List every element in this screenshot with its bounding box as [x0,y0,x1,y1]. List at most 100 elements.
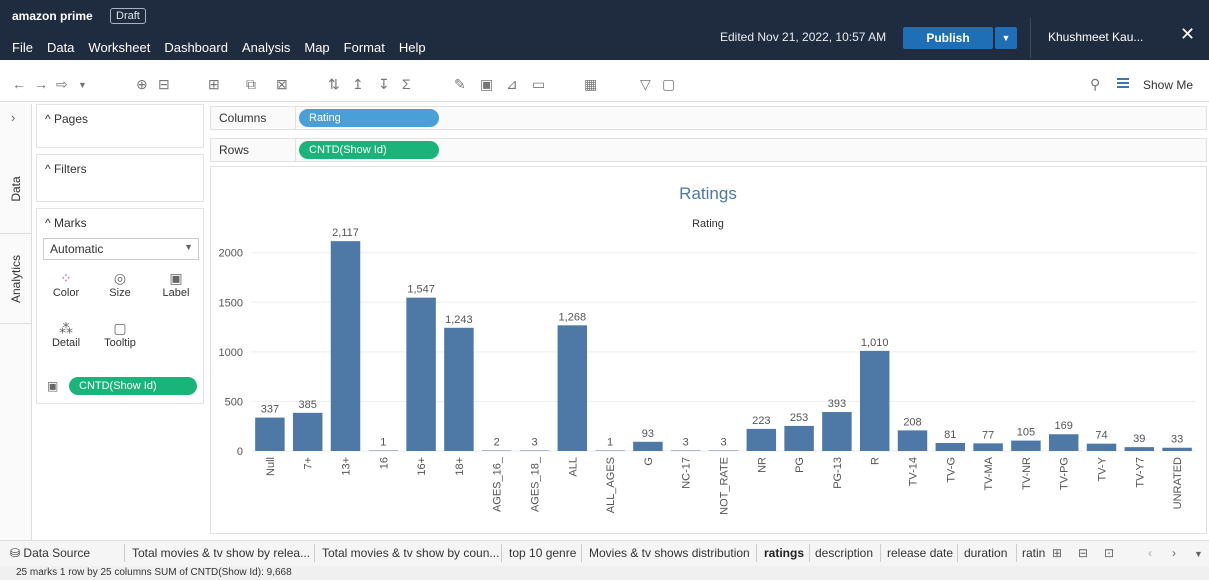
sheet-tab[interactable]: Movies & tv shows distribution [589,546,750,560]
detail-button[interactable]: ⁂ Detail [43,319,89,359]
sheet-tab[interactable]: ratin [1022,546,1045,560]
menu-map[interactable]: Map [304,40,329,55]
bar-tv-y[interactable] [1086,443,1117,451]
menu-data[interactable]: Data [47,40,74,55]
tab-divider [501,544,502,562]
bar-not-rate[interactable] [708,450,739,452]
filters-card-title[interactable]: ^ Filters [45,162,87,176]
scroll-right-icon[interactable]: › [1172,546,1176,560]
new-data-source-icon[interactable]: ⊕ [136,76,148,93]
marks-cntd-pill[interactable]: CNTD(Show Id) [69,377,197,395]
bar-nr[interactable] [746,428,777,451]
bar-tv-y7[interactable] [1124,447,1155,451]
x-tick-label: 7+ [303,457,315,470]
bar-tv-g[interactable] [935,442,966,451]
bar-null[interactable] [255,417,285,451]
tab-divider [880,544,881,562]
sort-descending-icon[interactable]: ↧ [378,76,390,93]
bar-g[interactable] [633,441,663,451]
redo-icon[interactable]: → [34,76,48,92]
sheet-tab[interactable]: Total movies & tv show by relea... [132,546,310,560]
tooltip-button[interactable]: ▢ Tooltip [97,319,143,359]
show-me-button[interactable]: Show Me [1143,78,1193,92]
marks-card-title[interactable]: ^ Marks [45,216,87,230]
tooltip-icon[interactable]: ▽ [640,76,651,93]
label-button[interactable]: ▣ Label [153,269,199,309]
new-worksheet-tab-icon[interactable]: ⊞ [1052,546,1062,560]
sheet-tab[interactable]: duration [964,546,1007,560]
duplicate-sheet-icon[interactable]: ⧉ [246,76,256,93]
new-dashboard-tab-icon[interactable]: ⊟ [1078,546,1088,560]
pages-card-title[interactable]: ^ Pages [45,112,88,126]
user-name[interactable]: Khushmeet Kau... [1048,30,1143,44]
binoculars-icon[interactable]: ⚲ [1090,76,1100,93]
data-pane-tab[interactable]: Data [0,144,32,234]
bar-16-[interactable] [406,297,436,451]
sheet-tab[interactable]: description [815,546,873,560]
sheet-tab-active[interactable]: ratings [764,546,804,560]
tabs-menu-icon[interactable]: ▼ [1194,549,1203,559]
sheet-tab-bar: ⛁ Data Source Total movies & tv show by … [0,540,1209,566]
mark-type-select[interactable]: Automatic ▼ [43,238,199,260]
fix-axes-icon[interactable]: ⊿ [506,76,518,93]
show-labels-icon[interactable]: ▣ [480,76,493,93]
show-me-icon[interactable] [1117,78,1129,90]
fit-view-icon[interactable]: ▭ [532,76,545,93]
data-source-tab[interactable]: ⛁ Data Source [10,546,90,560]
highlight-icon[interactable]: ✎ [454,76,466,93]
rows-cntd-pill[interactable]: CNTD(Show Id) [299,141,439,159]
replay-icon[interactable]: ⇨ [56,76,68,93]
swap-rows-columns-icon[interactable]: ⇅ [328,76,340,93]
scroll-left-icon[interactable]: ‹ [1148,546,1152,560]
mark-type-value: Automatic [50,242,104,256]
bar-pg[interactable] [784,425,814,451]
menu-bar: File Data Worksheet Dashboard Analysis M… [12,40,426,55]
columns-rating-pill[interactable]: Rating [299,109,439,127]
new-story-tab-icon[interactable]: ⊡ [1104,546,1114,560]
bar-unrated[interactable] [1162,447,1192,451]
menu-file[interactable]: File [12,40,33,55]
bar-7-[interactable] [292,412,323,451]
bar-all[interactable] [557,325,588,451]
bar-nc-17[interactable] [670,450,701,452]
sheet-tab[interactable]: release date [887,546,953,560]
ratings-bar-chart[interactable]: Ratings Rating 0 500 1000 1500 2000 337 Null 385 7… [211,167,1206,533]
bar-tv-ma[interactable] [973,443,1003,451]
bar-ages-18-[interactable] [519,450,550,452]
data-label: 2,117 [332,227,359,239]
menu-dashboard[interactable]: Dashboard [164,40,228,55]
analytics-pane-tab[interactable]: Analytics [0,234,32,324]
expand-panel-icon[interactable]: › [11,110,15,125]
replay-dropdown-icon[interactable]: ▼ [78,80,87,90]
menu-worksheet[interactable]: Worksheet [88,40,150,55]
bar-16[interactable] [368,450,399,452]
comment-icon[interactable]: ▢ [662,76,675,93]
menu-analysis[interactable]: Analysis [242,40,290,55]
size-button[interactable]: ◎ Size [97,269,143,309]
clear-sheet-icon[interactable]: ⊠ [276,76,288,93]
bar-tv-14[interactable] [897,430,928,451]
sheet-tab[interactable]: Total movies & tv show by coun... [322,546,499,560]
x-tick-label: NOT_RATE [719,457,731,515]
sheet-tab[interactable]: top 10 genre [509,546,576,560]
bar-13-[interactable] [330,241,361,451]
close-icon[interactable]: ✕ [1180,24,1195,45]
bar-tv-pg[interactable] [1048,434,1079,451]
menu-help[interactable]: Help [399,40,426,55]
bar-r[interactable] [859,350,890,451]
bar-ages-16-[interactable] [481,450,512,452]
new-worksheet-icon[interactable]: ⊞ [208,76,220,93]
publish-button[interactable]: Publish [903,27,993,49]
publish-dropdown-icon[interactable]: ▼ [995,27,1017,49]
undo-icon[interactable]: ← [12,76,26,92]
color-button[interactable]: ⁘ Color [43,269,89,309]
bar-tv-nr[interactable] [1011,440,1041,451]
bar-all-ages[interactable] [595,450,625,452]
presentation-mode-icon[interactable]: ▦ [584,76,597,93]
bar-18-[interactable] [444,327,474,451]
pause-updates-icon[interactable]: ⊟ [158,76,170,93]
sort-ascending-icon[interactable]: ↥ [352,76,364,93]
menu-format[interactable]: Format [344,40,385,55]
bar-pg-13[interactable] [822,412,852,451]
totals-icon[interactable]: Σ [402,76,411,92]
